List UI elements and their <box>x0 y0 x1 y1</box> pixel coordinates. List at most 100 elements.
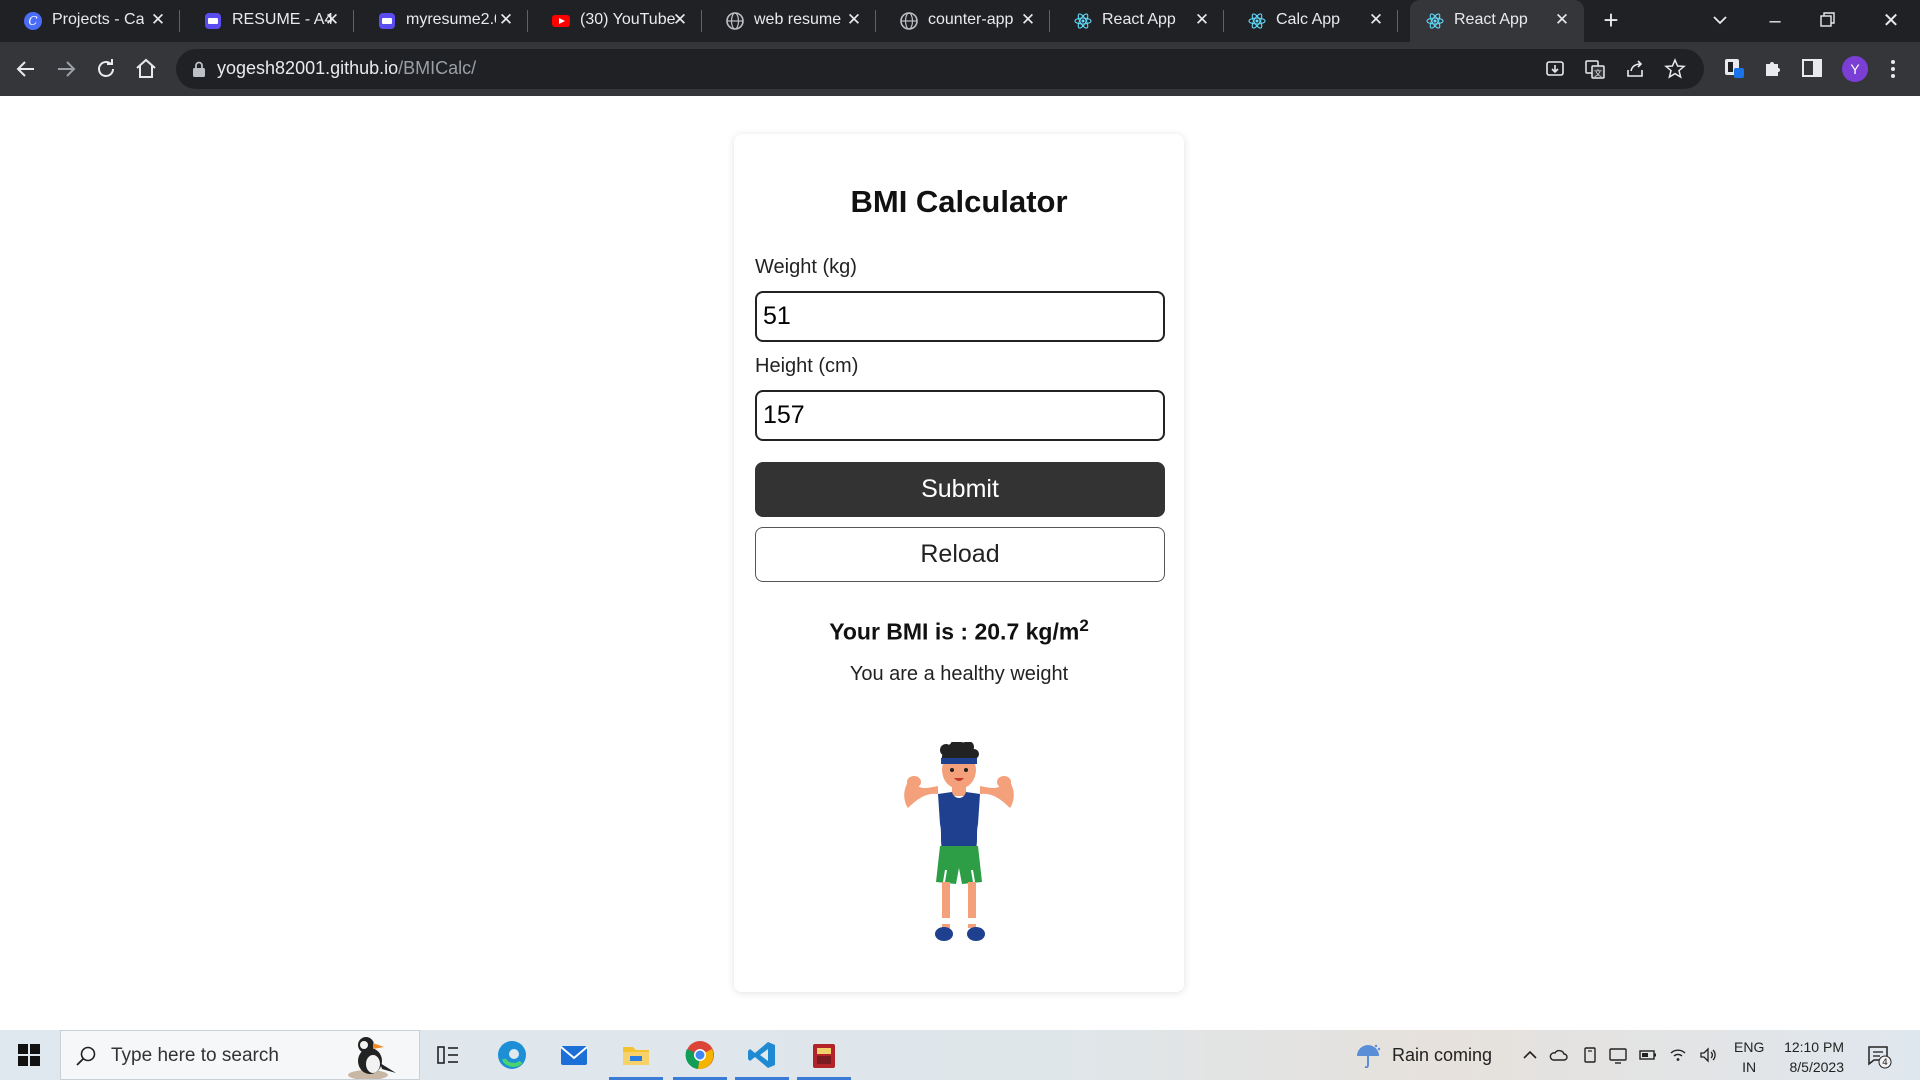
tab-title: React App <box>1454 11 1528 28</box>
device-icon[interactable] <box>1580 1045 1600 1065</box>
extension-app-icon[interactable] <box>1722 56 1746 80</box>
height-label: Height (cm) <box>755 355 859 377</box>
wifi-icon[interactable] <box>1668 1045 1688 1065</box>
side-panel-icon[interactable] <box>1800 56 1824 80</box>
notification-center-icon[interactable]: 4 <box>1866 1043 1892 1069</box>
document-app-icon <box>205 13 221 29</box>
tab-title: myresume2.0 <box>406 11 496 28</box>
bookmark-star-icon[interactable] <box>1664 58 1686 80</box>
submit-button[interactable]: Submit <box>755 462 1165 517</box>
minimize-button[interactable]: – <box>1760 6 1790 36</box>
reload-button[interactable]: Reload <box>755 527 1165 582</box>
svg-text:文: 文 <box>1594 68 1602 78</box>
close-icon[interactable]: ✕ <box>1192 10 1212 30</box>
forward-arrow-icon[interactable] <box>52 55 80 83</box>
height-input[interactable] <box>755 390 1165 441</box>
address-bar[interactable]: yogesh82001.github.io/BMICalc/ 文 <box>176 49 1704 89</box>
search-icon <box>76 1046 96 1066</box>
close-icon[interactable]: ✕ <box>1552 10 1572 30</box>
battery-icon[interactable] <box>1638 1045 1658 1065</box>
tab-react-app-active[interactable]: React App ✕ <box>1410 0 1584 42</box>
tab-projects-canva[interactable]: C Projects - Canva ✕ <box>0 0 180 42</box>
react-icon <box>1426 13 1444 29</box>
weight-input[interactable] <box>755 291 1165 342</box>
globe-icon <box>726 12 744 30</box>
display-icon[interactable] <box>1608 1045 1628 1065</box>
tab-title: RESUME - A4 <box>232 11 332 28</box>
back-arrow-icon[interactable] <box>12 55 40 83</box>
weight-label: Weight (kg) <box>755 256 857 278</box>
tab-resume-a4[interactable]: RESUME - A4 ✕ <box>180 0 354 42</box>
more-menu-icon[interactable] <box>1884 56 1902 82</box>
clock-time: 12:10 PM <box>1784 1039 1844 1055</box>
language-code: ENG <box>1734 1039 1765 1055</box>
close-window-button[interactable]: ✕ <box>1876 6 1906 36</box>
tab-title: (30) YouTube <box>580 11 676 28</box>
url-host: yogesh82001.github.io <box>217 58 399 78</box>
rain-umbrella-icon[interactable] <box>1354 1042 1382 1068</box>
bmi-card: BMI Calculator Weight (kg) Height (cm) S… <box>734 134 1184 992</box>
close-icon[interactable]: ✕ <box>496 10 516 30</box>
close-icon[interactable]: ✕ <box>844 10 864 30</box>
bmi-result: Your BMI is : 20.7 kg/m2 <box>734 616 1184 646</box>
tab-title: Calc App <box>1276 11 1341 28</box>
tab-search-chevron-icon[interactable] <box>1708 8 1732 32</box>
result-unit: kg/m <box>1019 618 1080 645</box>
tab-web-resume[interactable]: web resume ✕ <box>702 0 876 42</box>
chevron-up-icon[interactable] <box>1520 1045 1540 1065</box>
taskbar-clock[interactable]: 12:10 PM 8/5/2023 <box>1774 1037 1844 1077</box>
close-icon[interactable]: ✕ <box>1018 10 1038 30</box>
result-unit-power: 2 <box>1079 616 1089 635</box>
taskbar-search[interactable]: Type here to search <box>60 1030 420 1080</box>
vscode-icon[interactable] <box>746 1039 778 1071</box>
tab-react-app[interactable]: React App ✕ <box>1050 0 1224 42</box>
task-view-icon[interactable] <box>432 1039 464 1071</box>
close-icon[interactable]: ✕ <box>322 10 342 30</box>
tab-counter-app[interactable]: counter-app ✕ <box>876 0 1050 42</box>
result-value: 20.7 <box>974 618 1020 645</box>
notification-count: 4 <box>1882 1058 1888 1068</box>
browser-toolbar: yogesh82001.github.io/BMICalc/ 文 Y <box>0 42 1920 96</box>
url-text[interactable]: yogesh82001.github.io/BMICalc/ <box>217 58 476 79</box>
close-icon[interactable]: ✕ <box>1366 10 1386 30</box>
install-app-icon[interactable] <box>1544 58 1566 80</box>
region-code: IN <box>1742 1059 1757 1075</box>
windows-start-icon[interactable] <box>18 1044 40 1066</box>
translate-icon[interactable]: 文 <box>1584 58 1606 80</box>
volume-icon[interactable] <box>1698 1045 1718 1065</box>
close-icon[interactable]: ✕ <box>670 10 690 30</box>
mail-icon[interactable] <box>558 1039 590 1071</box>
tab-separator <box>1397 10 1398 32</box>
share-icon[interactable] <box>1624 58 1646 80</box>
tab-title: web resume <box>754 11 842 28</box>
document-app-icon <box>379 13 395 29</box>
file-explorer-icon[interactable] <box>620 1039 652 1071</box>
reload-icon[interactable] <box>92 55 120 83</box>
language-indicator[interactable]: ENG IN <box>1734 1037 1764 1077</box>
tab-youtube[interactable]: (30) YouTube ✕ <box>528 0 702 42</box>
healthy-person-illustration <box>904 742 1014 941</box>
extensions-puzzle-icon[interactable] <box>1762 56 1786 80</box>
home-icon[interactable] <box>132 55 160 83</box>
tab-calc-app[interactable]: Calc App ✕ <box>1224 0 1398 42</box>
page-title: BMI Calculator <box>850 184 1068 219</box>
youtube-icon <box>552 15 570 27</box>
search-placeholder: Type here to search <box>111 1045 279 1066</box>
react-icon <box>1074 13 1092 29</box>
bmi-message: You are a healthy weight <box>849 663 1069 685</box>
edge-browser-icon[interactable] <box>496 1039 528 1071</box>
tab-title: counter-app <box>928 11 1014 28</box>
onedrive-cloud-icon[interactable] <box>1548 1045 1568 1065</box>
lock-icon[interactable] <box>192 61 206 77</box>
weather-text[interactable]: Rain coming <box>1392 1045 1492 1066</box>
tab-myresume[interactable]: myresume2.0 ✕ <box>354 0 528 42</box>
profile-avatar[interactable]: Y <box>1842 56 1868 82</box>
chrome-icon[interactable] <box>684 1039 716 1071</box>
new-tab-button[interactable]: + <box>1598 7 1624 34</box>
tab-title: React App <box>1102 11 1176 28</box>
clock-date: 8/5/2023 <box>1789 1059 1845 1075</box>
winrar-archive-icon[interactable] <box>808 1039 840 1071</box>
url-path: /BMICalc/ <box>398 58 477 78</box>
close-icon[interactable]: ✕ <box>148 10 168 30</box>
restore-button[interactable] <box>1818 10 1838 30</box>
